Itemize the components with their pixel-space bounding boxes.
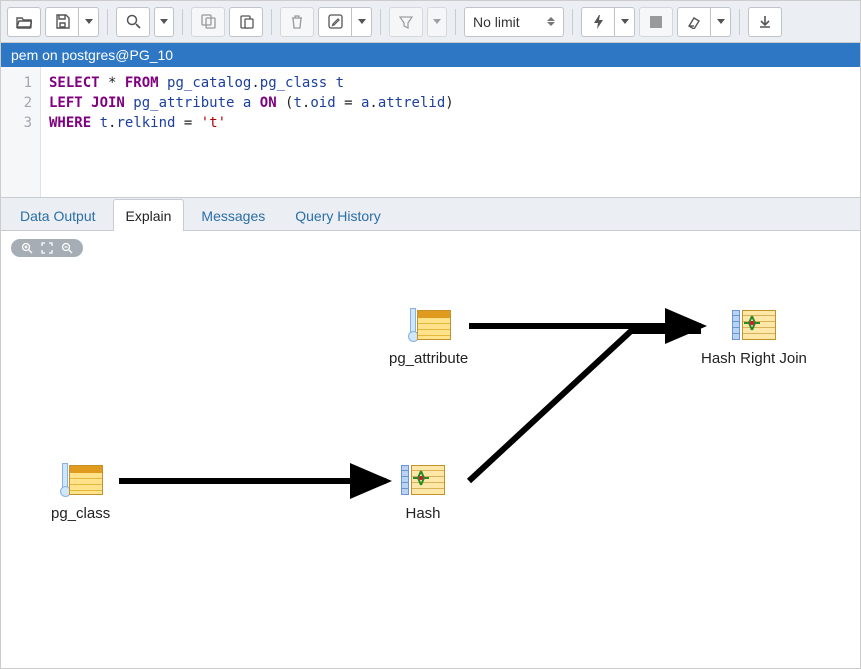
seq-scan-icon xyxy=(407,306,451,344)
edit-button[interactable] xyxy=(318,7,352,37)
plan-node-pg-class[interactable]: pg_class xyxy=(51,461,110,522)
tab-messages[interactable]: Messages xyxy=(188,199,278,231)
filter-dropdown[interactable] xyxy=(427,7,447,37)
plan-node-hash[interactable]: Hash xyxy=(401,461,445,522)
zoom-out-icon[interactable] xyxy=(61,242,73,254)
clear-button[interactable] xyxy=(677,7,711,37)
line-number: 3 xyxy=(1,113,32,133)
plan-node-label: pg_class xyxy=(51,505,110,522)
connection-title: pem on postgres@PG_10 xyxy=(11,47,173,63)
find-button[interactable] xyxy=(116,7,150,37)
zoom-fit-icon[interactable] xyxy=(41,242,53,254)
select-stepper-icon xyxy=(547,17,555,26)
plan-node-label: Hash Right Join xyxy=(701,350,807,367)
open-file-button[interactable] xyxy=(7,7,41,37)
execute-dropdown[interactable] xyxy=(615,7,635,37)
main-toolbar: No limit xyxy=(1,1,860,43)
hash-join-icon xyxy=(732,306,776,344)
line-number: 2 xyxy=(1,93,32,113)
filter-button[interactable] xyxy=(389,7,423,37)
zoom-in-icon[interactable] xyxy=(21,242,33,254)
edit-dropdown[interactable] xyxy=(352,7,372,37)
save-file-button[interactable] xyxy=(45,7,79,37)
row-limit-label: No limit xyxy=(473,14,520,30)
output-tabs: Data Output Explain Messages Query Histo… xyxy=(1,197,860,231)
plan-arrows xyxy=(1,231,860,667)
stop-button[interactable] xyxy=(639,7,673,37)
delete-button[interactable] xyxy=(280,7,314,37)
copy-button[interactable] xyxy=(191,7,225,37)
sql-code[interactable]: SELECT * FROM pg_catalog.pg_class t LEFT… xyxy=(41,67,860,197)
zoom-controls xyxy=(11,239,83,257)
execute-button[interactable] xyxy=(581,7,615,37)
hash-icon xyxy=(401,461,445,499)
paste-button[interactable] xyxy=(229,7,263,37)
plan-node-pg-attribute[interactable]: pg_attribute xyxy=(389,306,468,367)
seq-scan-icon xyxy=(59,461,103,499)
explain-panel: pg_attribute Hash Right Join pg_class Ha… xyxy=(1,231,860,667)
plan-node-hash-right-join[interactable]: Hash Right Join xyxy=(701,306,807,367)
row-limit-select[interactable]: No limit xyxy=(464,7,564,37)
line-number: 1 xyxy=(1,73,32,93)
tab-explain[interactable]: Explain xyxy=(113,199,185,231)
save-file-dropdown[interactable] xyxy=(79,7,99,37)
plan-node-label: pg_attribute xyxy=(389,350,468,367)
download-button[interactable] xyxy=(748,7,782,37)
tab-query-history[interactable]: Query History xyxy=(282,199,394,231)
clear-dropdown[interactable] xyxy=(711,7,731,37)
sql-editor[interactable]: 1 2 3 SELECT * FROM pg_catalog.pg_class … xyxy=(1,67,860,197)
plan-node-label: Hash xyxy=(401,505,445,522)
tab-data-output[interactable]: Data Output xyxy=(7,199,109,231)
connection-titlebar: pem on postgres@PG_10 xyxy=(1,43,860,67)
find-dropdown[interactable] xyxy=(154,7,174,37)
line-gutter: 1 2 3 xyxy=(1,67,41,197)
